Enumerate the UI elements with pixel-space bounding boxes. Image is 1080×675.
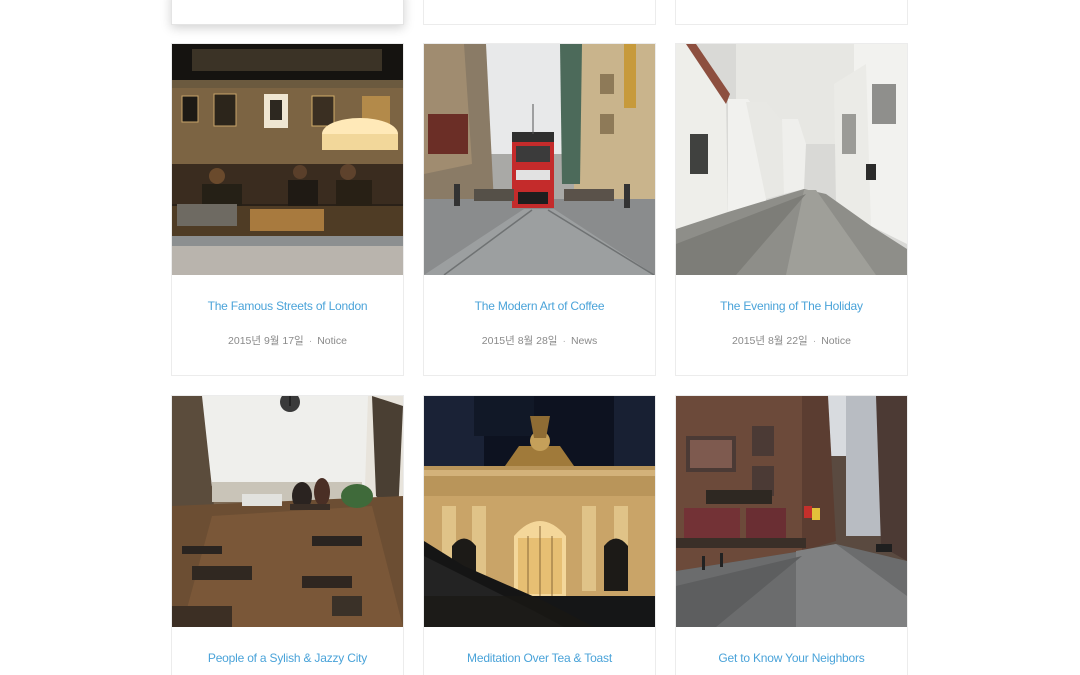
post-card-partial[interactable] [675,0,908,25]
cafe-bar-image [172,44,403,275]
cafe-interior-image [172,396,403,627]
post-title-link[interactable]: The Evening of The Holiday [676,299,907,313]
meta-separator: · [562,335,566,347]
brick-street-image [676,396,907,627]
post-category-link[interactable]: Notice [821,335,851,347]
meta-separator: · [812,335,817,347]
post-card-partial[interactable] [423,0,656,25]
white-houses-image [676,44,907,275]
post-grid-page: The Famous Streets of London 2015년 9월 17… [0,0,1080,675]
post-meta: 2015년 8월 22일 · Notice [676,333,907,348]
post-card[interactable]: Get to Know Your Neighbors [675,395,908,675]
post-meta: 2015년 9월 17일 · Notice [172,333,403,348]
post-thumbnail-brick-street[interactable] [676,396,907,627]
post-card[interactable]: The Famous Streets of London 2015년 9월 17… [171,43,404,376]
post-thumbnail-grand-station[interactable] [424,396,655,627]
grand-station-image [424,396,655,627]
post-card[interactable]: The Evening of The Holiday 2015년 8월 22일 ·… [675,43,908,376]
tram-street-image [424,44,655,275]
post-category-link[interactable]: Notice [317,335,347,347]
post-card-partial[interactable] [171,0,404,25]
post-title-link[interactable]: Get to Know Your Neighbors [676,651,907,665]
post-title-link[interactable]: Meditation Over Tea & Toast [424,651,655,665]
post-date: 2015년 9월 17일 [228,335,304,347]
post-title-link[interactable]: The Modern Art of Coffee [424,299,655,313]
post-date: 2015년 8월 22일 [732,335,808,347]
meta-separator: · [308,335,313,347]
post-thumbnail-tram-street[interactable] [424,44,655,275]
post-date: 2015년 8월 28일 [481,335,558,347]
post-title-link[interactable]: The Famous Streets of London [172,299,403,313]
post-thumbnail-white-houses[interactable] [676,44,907,275]
post-title-link[interactable]: People of a Sylish & Jazzy City [172,651,403,665]
post-card[interactable]: The Modern Art of Coffee 2015년 8월 28일 · Ne… [423,43,656,376]
post-meta: 2015년 8월 28일 · News [424,333,655,348]
post-card[interactable]: People of a Sylish & Jazzy City [171,395,404,675]
post-thumbnail-cafe-bar[interactable] [172,44,403,275]
post-category-link[interactable]: News [571,335,597,347]
post-thumbnail-cafe-interior[interactable] [172,396,403,627]
post-card[interactable]: Meditation Over Tea & Toast [423,395,656,675]
